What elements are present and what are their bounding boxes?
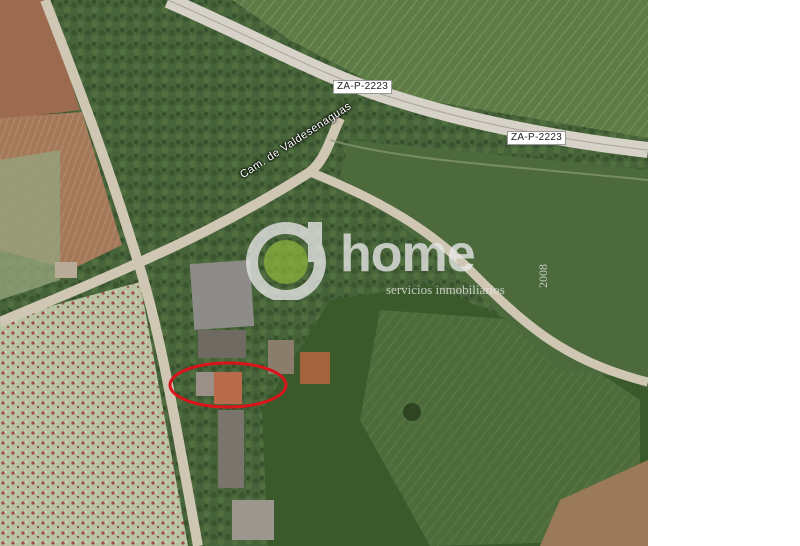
building-row <box>218 410 244 488</box>
watermark: home 2008 servicios inmobiliarios <box>236 222 566 302</box>
building-roof <box>198 330 246 358</box>
road-label-za-p-2223: ZA-P-2223 <box>333 80 393 94</box>
watermark-year: 2008 <box>536 264 550 288</box>
blank-margin <box>648 0 800 546</box>
building-annex <box>196 372 214 396</box>
road-label-za-p-2223-east: ZA-P-2223 <box>507 131 567 145</box>
building-left-shed <box>55 262 77 278</box>
field-light-left <box>0 150 60 300</box>
home-logo-icon <box>246 222 326 300</box>
satellite-map[interactable]: ZA-P-2223 ZA-P-2223 Cam. de Valdesenagua… <box>0 0 648 546</box>
tree-clump <box>403 403 421 421</box>
building-marked-house <box>214 372 242 404</box>
watermark-tagline: servicios inmobiliarios <box>386 282 505 297</box>
watermark-brand: home <box>340 225 476 283</box>
building-south <box>232 500 274 540</box>
building-ruin <box>268 340 294 374</box>
building-small <box>300 352 330 384</box>
